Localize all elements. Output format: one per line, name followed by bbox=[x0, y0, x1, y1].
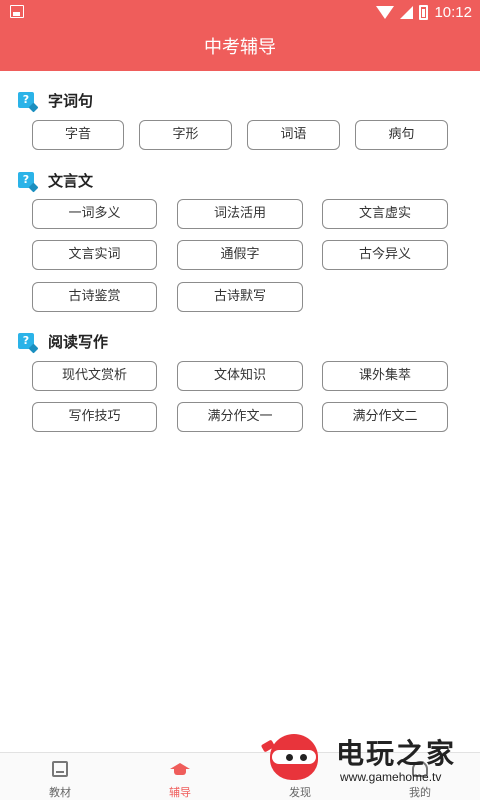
watermark-url: www.gamehome.tv bbox=[340, 770, 442, 784]
topic-button[interactable]: 古今异义 bbox=[322, 240, 448, 270]
graduation-cap-icon bbox=[170, 761, 190, 777]
topic-button[interactable]: 文言实词 bbox=[32, 240, 157, 270]
topic-button[interactable]: 满分作文一 bbox=[177, 402, 303, 432]
question-icon: ? bbox=[18, 172, 34, 188]
nav-item-textbook[interactable]: 教材 bbox=[0, 753, 120, 800]
section-header: ? 字词句 bbox=[18, 89, 93, 111]
wifi-icon bbox=[376, 5, 395, 19]
question-icon: ? bbox=[18, 333, 34, 349]
topic-button[interactable]: 文体知识 bbox=[177, 361, 303, 391]
topic-button[interactable]: 现代文赏析 bbox=[32, 361, 157, 391]
topic-button[interactable]: 词语 bbox=[247, 120, 340, 150]
watermark: 电玩之家 www.gamehome.tv bbox=[258, 724, 480, 800]
status-bar: 10:12 bbox=[0, 0, 480, 24]
topic-button[interactable]: 字音 bbox=[32, 120, 124, 150]
section-title: 文言文 bbox=[48, 171, 94, 190]
watermark-title: 电玩之家 bbox=[336, 737, 457, 770]
section-title: 阅读写作 bbox=[48, 332, 109, 351]
topic-button[interactable]: 词法活用 bbox=[177, 199, 303, 229]
app-bar: 中考辅导 bbox=[0, 24, 480, 71]
clock: 10:12 bbox=[434, 3, 472, 21]
page-title: 中考辅导 bbox=[204, 37, 276, 58]
topic-button[interactable]: 病句 bbox=[355, 120, 448, 150]
topic-button[interactable]: 课外集萃 bbox=[322, 361, 448, 391]
section-header: ? 阅读写作 bbox=[18, 330, 108, 352]
topic-button[interactable]: 文言虚实 bbox=[322, 199, 448, 229]
nav-label: 辅导 bbox=[169, 786, 191, 799]
signal-icon bbox=[400, 5, 414, 19]
topic-button[interactable]: 写作技巧 bbox=[32, 402, 157, 432]
topic-button[interactable]: 字形 bbox=[139, 120, 232, 150]
section-header: ? 文言文 bbox=[18, 169, 93, 191]
section-title: 字词句 bbox=[48, 91, 94, 110]
topic-button[interactable]: 一词多义 bbox=[32, 199, 157, 229]
mascot-logo-icon bbox=[260, 728, 324, 786]
status-icons: 10:12 bbox=[376, 3, 472, 21]
topic-button[interactable]: 通假字 bbox=[177, 240, 303, 270]
nav-item-tutoring[interactable]: 辅导 bbox=[120, 753, 240, 800]
book-icon bbox=[52, 761, 68, 777]
topic-button[interactable]: 满分作文二 bbox=[322, 402, 448, 432]
topic-button[interactable]: 古诗默写 bbox=[177, 282, 303, 312]
battery-icon bbox=[419, 4, 429, 20]
question-icon: ? bbox=[18, 92, 34, 108]
topic-button[interactable]: 古诗鉴赏 bbox=[32, 282, 157, 312]
gallery-icon bbox=[10, 5, 24, 18]
nav-label: 教材 bbox=[49, 786, 71, 799]
